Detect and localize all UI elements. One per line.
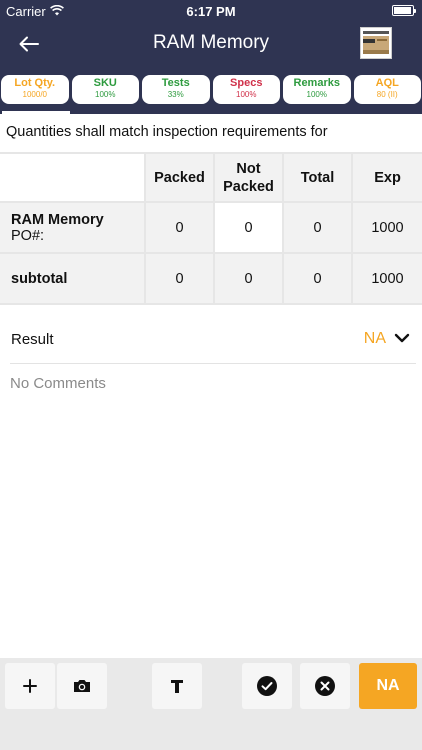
tab-specs[interactable]: Specs 100% (212, 75, 280, 104)
text-button[interactable] (152, 663, 202, 709)
subtotal-exp: 1000 (353, 254, 422, 305)
status-time: 6:17 PM (186, 4, 236, 19)
tab-label: SKU (93, 77, 117, 89)
subtotal-not-packed: 0 (215, 254, 284, 305)
result-selector[interactable]: Result NA (10, 318, 416, 364)
tab-sku[interactable]: SKU 100% (71, 75, 139, 104)
subtotal-label: subtotal (0, 254, 146, 305)
nav-bar: RAM Memory (0, 22, 422, 66)
status-bar: Carrier 6:17 PM (0, 0, 422, 22)
camera-button[interactable] (57, 663, 107, 709)
item-name: RAM Memory (11, 211, 104, 228)
pass-button[interactable] (242, 663, 292, 709)
tab-label: Remarks (293, 77, 340, 89)
x-circle-icon (315, 676, 335, 696)
tab-lot-qty[interactable]: Lot Qty. 1000/0 (1, 75, 69, 104)
camera-icon (74, 680, 90, 692)
table-row: RAM Memory PO#: 0 0 0 1000 (0, 203, 422, 254)
add-button[interactable] (5, 663, 55, 709)
tab-remarks[interactable]: Remarks 100% (283, 75, 351, 104)
tab-aql[interactable]: AQL 80 (II) (353, 75, 421, 104)
instruction-text: Quantities shall match inspection requir… (6, 124, 328, 140)
table-row-subtotal: subtotal 0 0 0 1000 (0, 254, 422, 305)
tab-tests[interactable]: Tests 33% (142, 75, 210, 104)
tab-value: 100% (95, 90, 116, 99)
header-blank-cell (0, 154, 146, 203)
fail-button[interactable] (300, 663, 350, 709)
tab-label: AQL (375, 77, 399, 89)
subtotal-total: 0 (284, 254, 353, 305)
tab-value: 33% (167, 90, 184, 99)
table-header-row: Packed Not Packed Total Exp (0, 152, 422, 203)
chevron-down-icon (394, 333, 410, 343)
check-circle-icon (257, 676, 277, 696)
column-header-total: Total (284, 154, 353, 203)
column-header-packed: Packed (146, 154, 215, 203)
tab-label: Tests (161, 77, 190, 89)
subtotal-packed: 0 (146, 254, 215, 305)
tab-value: 100% (306, 90, 327, 99)
comments-field[interactable]: No Comments (10, 375, 106, 392)
not-packed-input[interactable]: 0 (215, 203, 284, 254)
text-icon (171, 680, 183, 693)
packed-value: 0 (146, 203, 215, 254)
tab-value: 1000/0 (22, 90, 47, 99)
tab-label: Lot Qty. (14, 77, 56, 89)
tab-value: 80 (II) (376, 90, 398, 99)
product-image-icon (363, 31, 389, 54)
po-label: PO#: (11, 227, 45, 244)
na-button[interactable]: NA (359, 663, 417, 709)
bottom-toolbar: NA (0, 658, 422, 750)
plus-icon (23, 679, 37, 693)
page-title: RAM Memory (152, 32, 270, 53)
column-header-exp: Exp (353, 154, 422, 203)
tab-value: 100% (236, 90, 257, 99)
battery-icon (392, 5, 416, 16)
tab-label: Specs (230, 77, 263, 89)
column-header-not-packed: Not Packed (215, 154, 284, 203)
product-thumbnail[interactable] (360, 27, 392, 59)
row-name-cell: RAM Memory PO#: (0, 203, 146, 254)
section-tabs: Lot Qty. 1000/0 SKU 100% Tests 33% Specs… (0, 66, 422, 114)
exp-value: 1000 (353, 203, 422, 254)
result-label: Result (11, 331, 54, 348)
quantity-table: Packed Not Packed Total Exp RAM Memory P… (0, 152, 422, 305)
result-value: NA (363, 330, 386, 347)
total-value: 0 (284, 203, 353, 254)
active-tab-indicator (2, 111, 70, 114)
